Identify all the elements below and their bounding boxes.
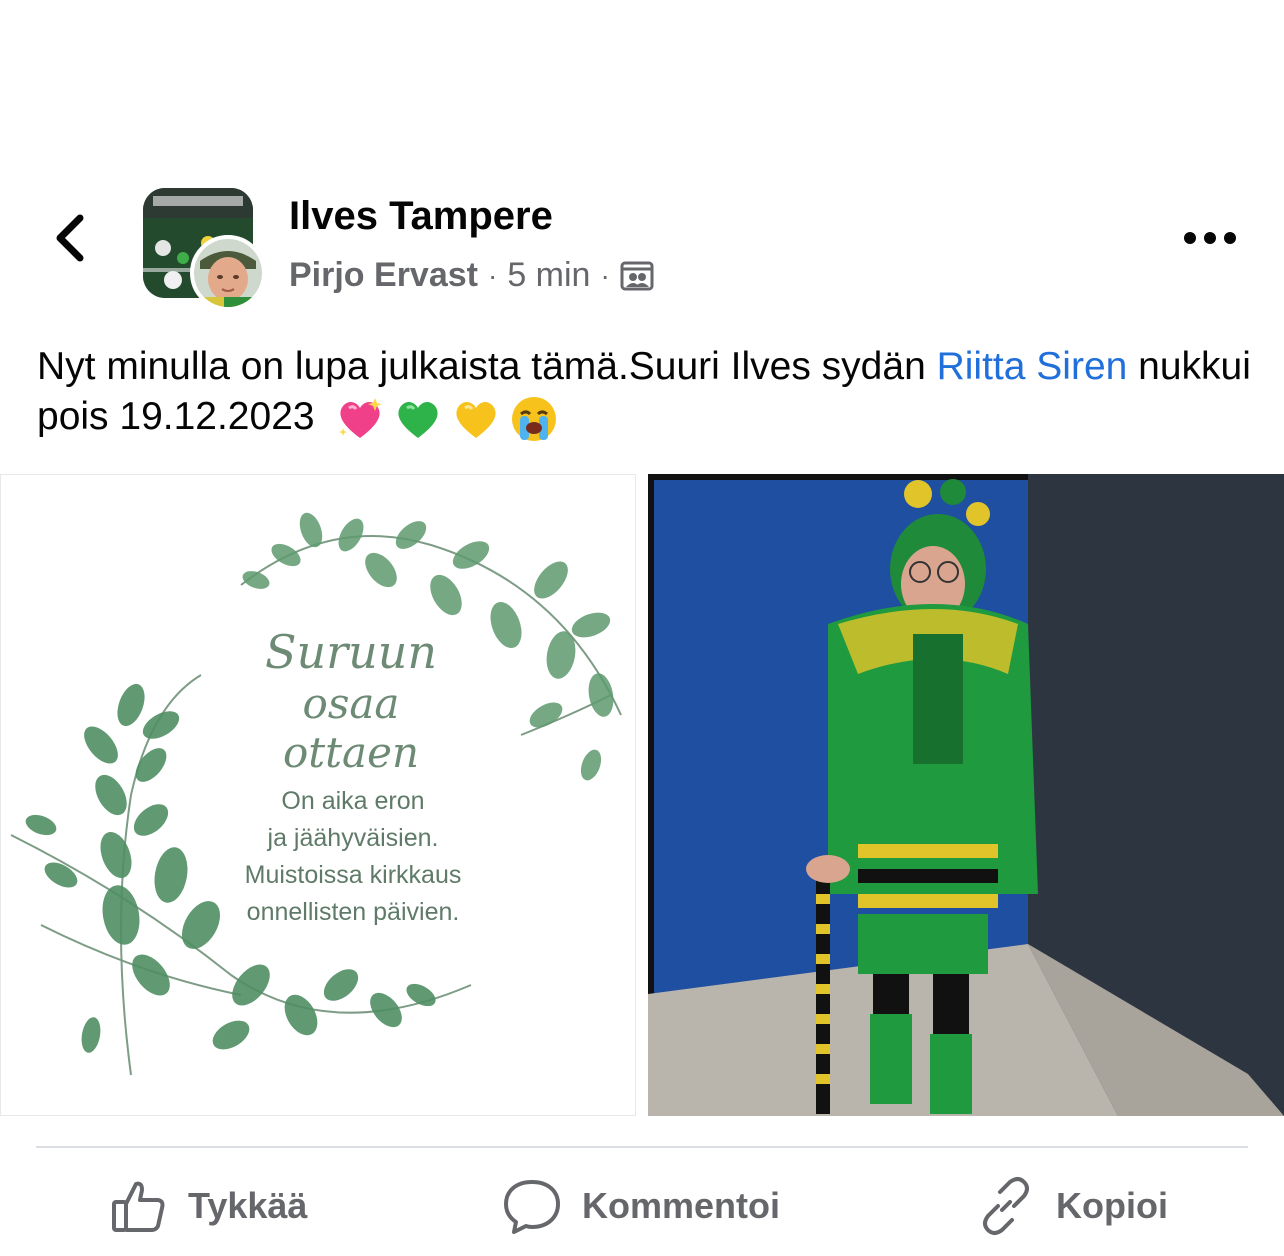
- copy-link-button[interactable]: Kopioi: [976, 1174, 1168, 1238]
- person-photo[interactable]: [648, 474, 1284, 1116]
- photo-grid: Suruun osaa ottaen On aika eron ja jäähy…: [0, 474, 1284, 1116]
- thumbs-up-icon: [112, 1181, 165, 1232]
- person-photo-image: [648, 474, 1284, 1116]
- sympathy-title-line1: Suruun: [264, 625, 437, 679]
- post-meta: Pirjo Ervast · 5 min ·: [289, 256, 654, 295]
- like-label: Tykkää: [188, 1185, 308, 1226]
- group-members-icon: [620, 259, 654, 293]
- verse-line: Muistoissa kirkkaus: [244, 861, 462, 889]
- actions-divider: [36, 1146, 1248, 1148]
- comment-button[interactable]: Kommentoi: [502, 1174, 780, 1238]
- post-actions: Tykkää Kommentoi Kopioi: [0, 1160, 1284, 1256]
- more-horizontal-icon: [1184, 232, 1236, 244]
- sparkling-heart-icon: [335, 394, 385, 444]
- sympathy-card-verse: On aika eron ja jäähyväisien. Muistoissa…: [201, 783, 505, 931]
- sympathy-card-title: Suruun osaa ottaen: [231, 625, 471, 777]
- post-header: Ilves Tampere Pirjo Ervast · 5 min ·: [0, 180, 1284, 312]
- group-name[interactable]: Ilves Tampere: [289, 194, 553, 239]
- user-avatar[interactable]: [190, 235, 266, 311]
- yellow-heart-icon: [451, 394, 501, 444]
- separator-dot: ·: [600, 259, 610, 291]
- post-text: Nyt minulla on lupa julkaista tämä.Suuri…: [37, 342, 1257, 444]
- emoji-row: [335, 394, 559, 444]
- avatar-group[interactable]: [143, 188, 269, 312]
- verse-line: On aika eron: [281, 787, 425, 815]
- separator-dot: ·: [487, 259, 498, 291]
- sympathy-title-line2: osaa ottaen: [283, 679, 419, 777]
- more-options-button[interactable]: [1182, 226, 1238, 250]
- link-icon: [983, 1177, 1029, 1235]
- like-button[interactable]: Tykkää: [108, 1174, 307, 1238]
- post-text-before: Nyt minulla on lupa julkaista tämä.Suuri…: [37, 345, 937, 388]
- back-button[interactable]: [48, 210, 96, 266]
- loudly-crying-face-icon: [509, 394, 559, 444]
- chevron-left-icon: [56, 214, 84, 262]
- author-name[interactable]: Pirjo Ervast: [289, 256, 478, 295]
- comment-label: Kommentoi: [582, 1185, 780, 1226]
- copy-label: Kopioi: [1056, 1185, 1168, 1226]
- comment-icon: [504, 1180, 560, 1234]
- verse-line: ja jäähyväisien.: [267, 824, 439, 852]
- green-heart-icon: [393, 394, 443, 444]
- post-time[interactable]: 5 min: [507, 256, 590, 295]
- mention-link[interactable]: Riitta Siren: [937, 345, 1128, 388]
- sympathy-card-photo[interactable]: Suruun osaa ottaen On aika eron ja jäähy…: [0, 474, 636, 1116]
- verse-line: onnellisten päivien.: [246, 898, 460, 926]
